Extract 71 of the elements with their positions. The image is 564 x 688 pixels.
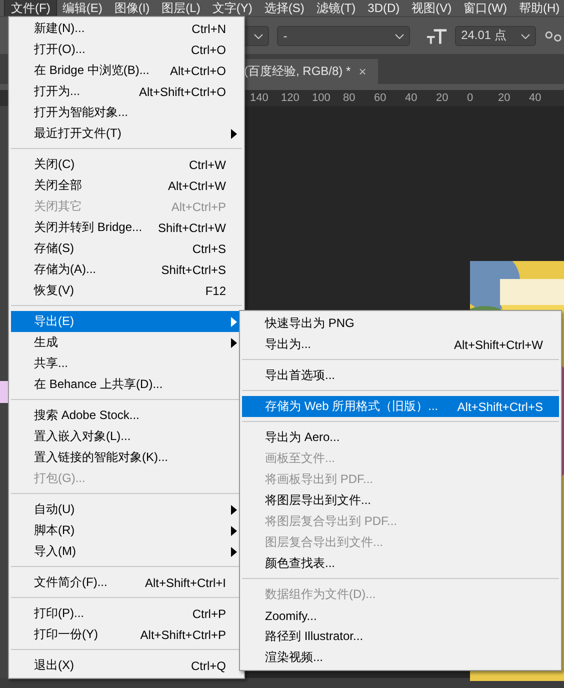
menu-bar-item[interactable]: 图层(L) [156, 0, 206, 16]
ruler-label: 40 [405, 92, 418, 104]
menu-item[interactable]: 将图层导出到文件... [242, 490, 559, 511]
menu-item[interactable]: 文件简介(F)... Alt+Shift+Ctrl+I [11, 572, 242, 593]
menu-item[interactable]: 打开为智能对象... [11, 102, 242, 123]
menu-item[interactable]: 关闭全部 Alt+Ctrl+W [11, 175, 242, 196]
menu-bar-item[interactable]: 选择(S) [258, 0, 310, 16]
menu-item[interactable]: 置入链接的智能对象(K)... [11, 447, 242, 468]
menu-item[interactable]: 置入嵌入对象(L)... [11, 426, 242, 447]
menu-item[interactable]: 颜色查找表... [242, 553, 559, 574]
menu-bar-item[interactable]: 文件(F) [5, 0, 56, 16]
menu-bar-item[interactable]: 图像(I) [108, 0, 156, 16]
menu-item[interactable]: 新建(N)... Ctrl+N [11, 18, 242, 39]
menu-item[interactable]: 关闭(C) Ctrl+W [11, 154, 242, 175]
menu-item[interactable]: 打印一份(Y) Alt+Shift+Ctrl+P [11, 624, 242, 645]
menu-item[interactable]: 打印(P)... Ctrl+P [11, 603, 242, 624]
menu-bar-item[interactable]: 窗口(W) [458, 0, 513, 16]
menu-item[interactable]: 搜索 Adobe Stock... [11, 405, 242, 426]
menu-item[interactable]: 生成 [11, 332, 242, 353]
menu-item[interactable]: 打开(O)... Ctrl+O [11, 39, 242, 60]
ruler-label: 0 [467, 92, 474, 104]
submenu-arrow-icon [231, 526, 237, 536]
ruler-label: 20 [498, 92, 512, 104]
menu-item[interactable]: 退出(X) Ctrl+Q [11, 655, 242, 676]
chevron-icon [254, 34, 264, 38]
menu-bar-item[interactable]: 3D(D) [362, 0, 406, 16]
menu-item[interactable]: 最近打开文件(T) [11, 123, 242, 144]
text-size-icon [426, 26, 448, 44]
menu-bar-item[interactable]: 编辑(E) [56, 0, 108, 16]
menu-item[interactable]: 存储为 Web 所用格式（旧版）... Alt+Shift+Ctrl+S [242, 396, 559, 417]
submenu-arrow-icon [231, 129, 237, 139]
submenu-arrow-icon [231, 505, 237, 515]
menu-item[interactable]: 导出(E) [11, 311, 242, 332]
font-size-dropdown[interactable]: 24.01 点 [455, 26, 536, 46]
menu-item[interactable]: Zoomify... [242, 605, 559, 626]
menu-item[interactable]: 恢复(V) F12 [11, 280, 242, 301]
submenu-arrow-icon [231, 317, 237, 327]
menu-item[interactable]: 存储为(A)... Shift+Ctrl+S [11, 259, 242, 280]
anti-alias-icon [544, 28, 564, 42]
style-dropdown[interactable]: - [277, 26, 410, 46]
ruler-label: 20 [436, 92, 450, 104]
menu-bar-item[interactable]: 帮助(H) [512, 0, 564, 16]
submenu-arrow-icon [231, 338, 237, 348]
menu-item[interactable]: 导出首选项... [242, 365, 559, 386]
ruler-label: 60 [374, 92, 388, 104]
menu-item[interactable]: 快速导出为 PNG [242, 313, 559, 334]
menu-item[interactable]: 共享... [11, 353, 242, 374]
menu-bar-item[interactable]: 文字(Y) [206, 0, 258, 16]
close-icon[interactable]: × [358, 64, 366, 79]
tab-title: (百度经验, RGB/8) * [244, 63, 351, 80]
menu-bar-item[interactable]: 视图(V) [406, 0, 458, 16]
menu-item[interactable]: 打开为... Alt+Shift+Ctrl+O [11, 81, 242, 102]
menu-item[interactable]: 关闭并转到 Bridge... Shift+Ctrl+W [11, 217, 242, 238]
menu-item[interactable]: 路径到 Illustrator... [242, 626, 559, 647]
menu-item[interactable]: 脚本(R) [11, 520, 242, 541]
ruler-label: 120 [281, 92, 299, 104]
submenu-arrow-icon [231, 547, 237, 557]
menu-item[interactable]: 导入(M) [11, 541, 242, 562]
menu-item[interactable]: 在 Behance 上共享(D)... [11, 374, 242, 395]
chevron-icon [394, 34, 404, 38]
menu-item[interactable]: 渲染视频... [242, 647, 559, 668]
menu-item[interactable]: 自动(U) [11, 499, 242, 520]
menu-item[interactable]: 导出为... Alt+Shift+Ctrl+W [242, 334, 559, 355]
ruler-label: 140 [250, 92, 268, 104]
menu-item[interactable]: 存储(S) Ctrl+S [11, 238, 242, 259]
menu-bar-item[interactable]: 滤镜(T) [310, 0, 362, 16]
ruler-label: 80 [343, 92, 356, 104]
menu-item[interactable]: 导出为 Aero... [242, 427, 559, 448]
ruler-label: 100 [312, 92, 330, 104]
ruler-label: 40 [529, 92, 542, 104]
chevron-icon [521, 34, 530, 38]
